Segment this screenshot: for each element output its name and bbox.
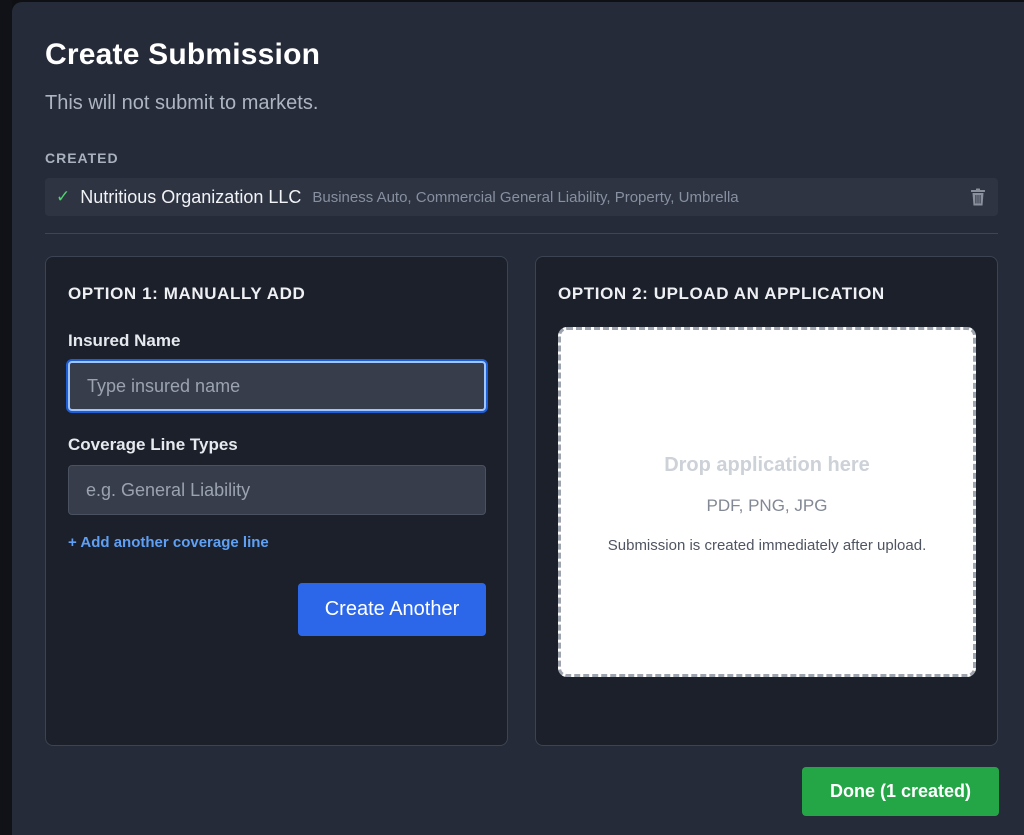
trash-icon[interactable] xyxy=(970,188,986,206)
application-dropzone[interactable]: Drop application here PDF, PNG, JPG Subm… xyxy=(558,327,976,677)
upload-application-title: OPTION 2: UPLOAD AN APPLICATION xyxy=(558,284,885,303)
coverage-line-input[interactable] xyxy=(68,465,486,515)
coverage-line-types-label: Coverage Line Types xyxy=(68,435,238,454)
created-section-label: CREATED xyxy=(45,150,119,166)
insured-name-input[interactable] xyxy=(68,361,486,411)
section-divider xyxy=(45,233,998,234)
page-backdrop xyxy=(0,0,12,835)
modal-subtitle: This will not submit to markets. xyxy=(45,92,319,114)
manual-add-title: OPTION 1: MANUALLY ADD xyxy=(68,284,306,303)
add-coverage-line-link[interactable]: + Add another coverage line xyxy=(68,534,269,551)
created-submission-row: ✓ Nutritious Organization LLC Business A… xyxy=(45,178,998,216)
dropzone-title: Drop application here xyxy=(664,454,870,476)
created-insured-name: Nutritious Organization LLC xyxy=(80,186,302,207)
dropzone-formats: PDF, PNG, JPG xyxy=(706,496,828,515)
insured-name-label: Insured Name xyxy=(68,331,181,350)
modal-title: Create Submission xyxy=(45,38,321,71)
done-button[interactable]: Done (1 created) xyxy=(802,767,999,816)
manual-add-panel: OPTION 1: MANUALLY ADD Insured Name Cove… xyxy=(45,256,508,746)
created-coverage-lines: Business Auto, Commercial General Liabil… xyxy=(312,188,739,206)
create-submission-modal: Create Submission This will not submit t… xyxy=(12,2,1024,835)
create-another-button[interactable]: Create Another xyxy=(298,583,486,636)
dropzone-note: Submission is created immediately after … xyxy=(607,537,927,554)
upload-application-panel: OPTION 2: UPLOAD AN APPLICATION Drop app… xyxy=(535,256,998,746)
check-icon: ✓ xyxy=(56,187,71,206)
